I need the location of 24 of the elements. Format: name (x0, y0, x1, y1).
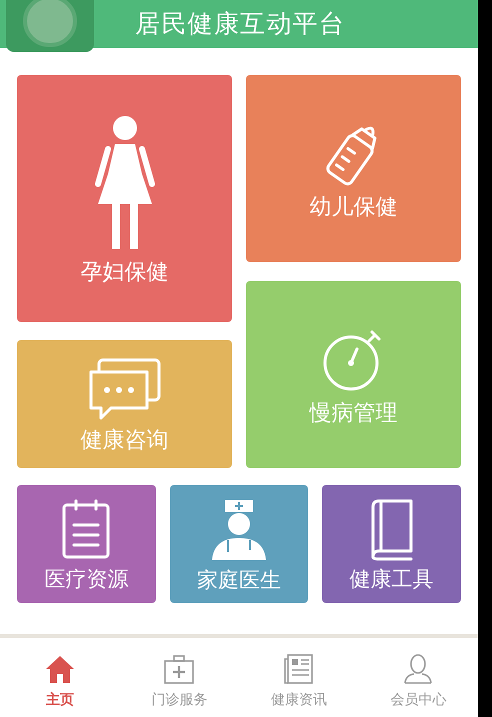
newspaper-icon (282, 652, 315, 684)
tile-label: 幼儿保健 (310, 196, 398, 218)
tile-label: 慢病管理 (310, 402, 398, 424)
menu-tile[interactable]: 慢病管理 (246, 281, 461, 468)
nav-tab[interactable]: 门诊服务 (120, 648, 239, 706)
menu-tile[interactable]: 幼儿保健 (246, 75, 461, 262)
tile-label: 健康工具 (350, 568, 434, 590)
tile-label: 孕妇保健 (80, 262, 168, 284)
menu-tile[interactable]: 健康咨询 (17, 340, 232, 468)
user-icon (402, 652, 434, 684)
medical-kit-icon (163, 652, 196, 684)
tile-label: 医疗资源 (44, 568, 128, 590)
tile-label: 家庭医生 (196, 570, 281, 590)
menu-tile[interactable]: 孕妇保健 (17, 75, 232, 322)
nav-tab[interactable]: 健康资讯 (239, 648, 358, 706)
menu-tile[interactable]: 健康工具 (322, 485, 461, 603)
nav-tab[interactable]: 主页 (0, 648, 120, 706)
tile-label: 健康咨询 (80, 430, 168, 452)
clipboard-icon (60, 498, 112, 560)
menu-tile[interactable]: 家庭医生 (170, 485, 308, 603)
logo-icon (6, 0, 94, 52)
app-title: 居民健康互动平台 (135, 8, 345, 40)
menu-tile[interactable]: 医疗资源 (17, 485, 156, 603)
nav-tab[interactable]: 会员中心 (358, 648, 478, 706)
